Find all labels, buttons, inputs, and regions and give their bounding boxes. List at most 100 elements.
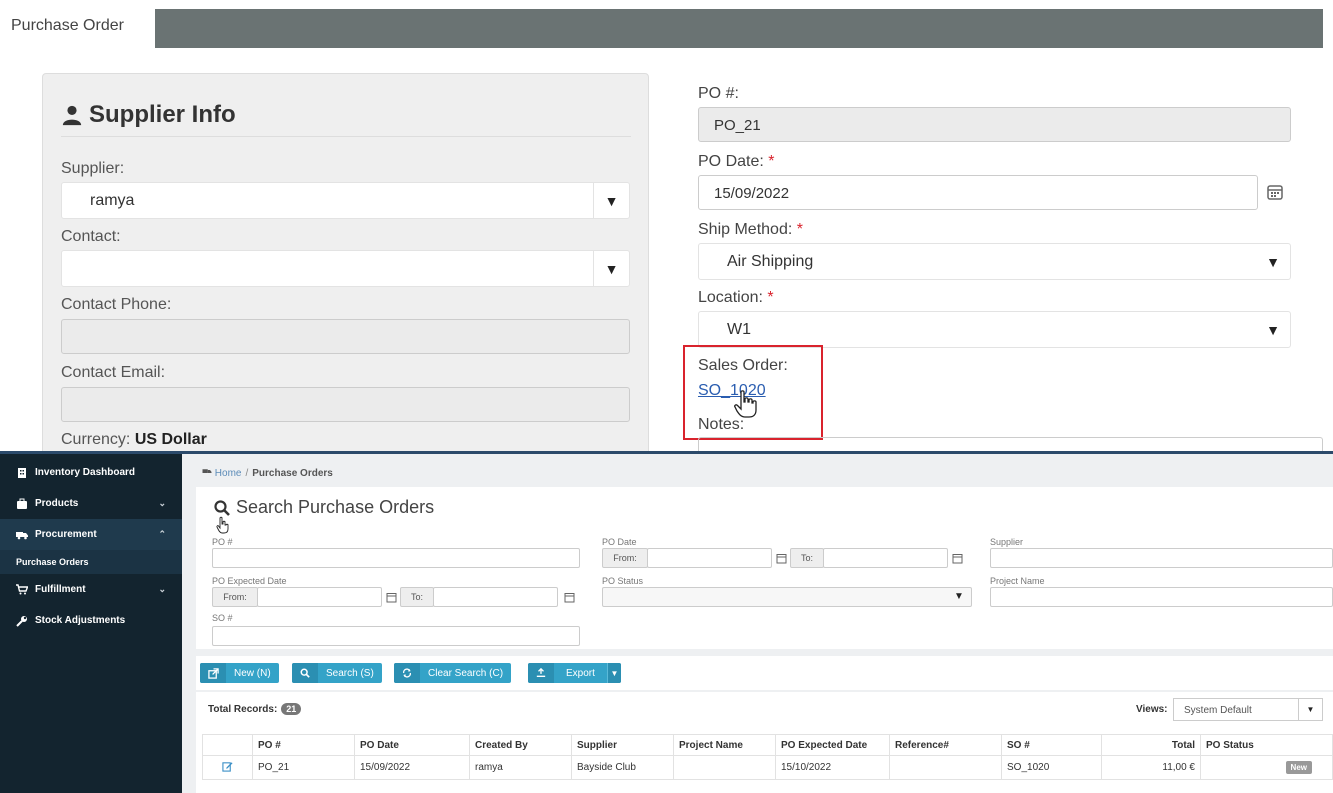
sidebar-item-stock-adjustments[interactable]: Stock Adjustments: [0, 605, 182, 636]
calendar-icon[interactable]: [776, 553, 787, 564]
dropdown-arrow-icon[interactable]: ▼: [954, 591, 964, 602]
ship-method-select[interactable]: Air Shipping ▼: [698, 243, 1291, 280]
highlight-box: [683, 345, 823, 440]
po-expected-from-input[interactable]: [257, 587, 382, 607]
export-button[interactable]: Export ▼: [528, 663, 621, 683]
sidebar-item-products[interactable]: Products ⌄: [0, 488, 182, 519]
po-status-filter-label: PO Status: [602, 576, 644, 586]
from-addon: From:: [212, 587, 258, 607]
dropdown-arrow-icon[interactable]: ▼: [1298, 699, 1322, 720]
po-date-to-input[interactable]: [823, 548, 948, 568]
po-date-filter-label: PO Date: [602, 537, 637, 547]
calendar-icon[interactable]: [1266, 183, 1284, 201]
contact-label: Contact:: [61, 228, 121, 245]
status-badge: New: [1285, 761, 1312, 774]
table-row[interactable]: PO_21 15/09/2022 ramya Bayside Club 15/1…: [202, 755, 1333, 780]
dropdown-arrow-icon[interactable]: ▼: [593, 251, 629, 286]
supplier-info-panel: Supplier Info Supplier: ramya ▼ Contact:…: [42, 73, 649, 453]
cell-reference: [889, 755, 1002, 780]
column-header[interactable]: Created By: [469, 734, 572, 756]
views-select[interactable]: System Default ▼: [1173, 698, 1323, 721]
sidebar-item-purchase-orders[interactable]: Purchase Orders: [0, 550, 182, 574]
purchase-orders-list-section: Inventory Dashboard Products ⌄ Procureme…: [0, 454, 1333, 793]
cell-so-number: SO_1020: [1001, 755, 1102, 780]
column-header[interactable]: PO Status: [1200, 734, 1333, 756]
po-number-filter-input[interactable]: [212, 548, 580, 568]
user-icon: [62, 105, 82, 126]
cell-po-number: PO_21: [252, 755, 355, 780]
views-label: Views:: [1136, 704, 1168, 715]
sidebar-item-label: Fulfillment: [35, 584, 86, 595]
supplier-filter-input[interactable]: [990, 548, 1333, 568]
column-header[interactable]: Total: [1101, 734, 1201, 756]
hand-pointer-icon: [216, 516, 229, 534]
breadcrumb: Home / Purchase Orders: [202, 467, 333, 479]
column-header[interactable]: SO #: [1001, 734, 1102, 756]
column-header[interactable]: Supplier: [571, 734, 674, 756]
project-name-filter-input[interactable]: [990, 587, 1333, 607]
external-link-icon: [200, 663, 226, 683]
new-button[interactable]: New (N): [200, 663, 279, 683]
location-value: W1: [727, 321, 751, 338]
views-value: System Default: [1184, 705, 1252, 716]
required-mark: *: [767, 289, 774, 306]
sidebar-item-fulfillment[interactable]: Fulfillment ⌄: [0, 574, 182, 605]
from-addon: From:: [602, 548, 648, 568]
sidebar-item-procurement[interactable]: Procurement ⌃: [0, 519, 182, 550]
calendar-icon[interactable]: [386, 592, 397, 603]
results-grid: Total Records: 21 Views: System Default …: [196, 692, 1333, 793]
cell-supplier: Bayside Club: [571, 755, 674, 780]
po-status-filter-select[interactable]: [602, 587, 972, 607]
po-date-label-text: PO Date:: [698, 153, 764, 170]
column-header[interactable]: Project Name: [673, 734, 776, 756]
po-number-value: PO_21: [714, 117, 761, 134]
supplier-select[interactable]: ramya ▼: [61, 182, 630, 219]
cell-po-status: New: [1200, 755, 1333, 780]
po-number-label: PO #:: [698, 85, 739, 102]
sidebar-item-inventory-dashboard[interactable]: Inventory Dashboard: [0, 457, 182, 488]
po-expected-date-label: PO Expected Date: [212, 576, 287, 586]
column-header-actions: [202, 734, 253, 756]
supplier-info-heading: Supplier Info: [61, 101, 236, 129]
calendar-icon[interactable]: [564, 592, 575, 603]
so-number-filter-input[interactable]: [212, 626, 580, 646]
total-records: Total Records: 21: [208, 703, 302, 715]
sidebar-item-label: Procurement: [35, 529, 97, 540]
dropdown-arrow-icon[interactable]: ▼: [593, 183, 629, 218]
breadcrumb-home[interactable]: Home: [202, 467, 241, 479]
column-header[interactable]: PO Expected Date: [775, 734, 890, 756]
ship-method-label: Ship Method: *: [698, 221, 803, 239]
po-expected-to-input[interactable]: [433, 587, 558, 607]
sidebar-item-label: Inventory Dashboard: [35, 467, 136, 478]
contact-email-field: [61, 387, 630, 422]
edit-cell[interactable]: [202, 755, 253, 780]
dropdown-arrow-icon[interactable]: ▼: [1266, 254, 1280, 270]
po-date-from-input[interactable]: [647, 548, 772, 568]
export-icon: [528, 663, 554, 683]
po-number-filter-label: PO #: [212, 537, 233, 547]
required-mark: *: [796, 221, 803, 238]
clear-search-button[interactable]: Clear Search (C): [394, 663, 512, 683]
contact-select[interactable]: ▼: [61, 250, 630, 287]
export-button-label: Export: [566, 667, 595, 679]
caret-down-icon[interactable]: ▼: [606, 663, 621, 683]
tab-bar: [155, 9, 1323, 48]
currency-row: Currency: US Dollar: [61, 431, 207, 449]
dropdown-arrow-icon[interactable]: ▼: [1266, 322, 1280, 338]
po-date-input[interactable]: 15/09/2022: [698, 175, 1258, 210]
truck-icon: [16, 531, 28, 539]
po-date-label: PO Date: *: [698, 153, 775, 171]
location-select[interactable]: W1 ▼: [698, 311, 1291, 348]
search-button[interactable]: Search (S): [292, 663, 382, 683]
po-number-field: PO_21: [698, 107, 1291, 142]
currency-value: US Dollar: [134, 431, 207, 448]
calendar-icon[interactable]: [952, 553, 963, 564]
edit-icon[interactable]: [222, 761, 233, 772]
column-header[interactable]: PO #: [252, 734, 355, 756]
column-header[interactable]: PO Date: [354, 734, 470, 756]
breadcrumb-home-label[interactable]: Home: [215, 468, 242, 479]
column-header[interactable]: Reference#: [889, 734, 1002, 756]
project-name-filter-label: Project Name: [990, 576, 1045, 586]
tab-purchase-order[interactable]: Purchase Order: [0, 0, 155, 48]
supplier-value: ramya: [90, 192, 135, 209]
